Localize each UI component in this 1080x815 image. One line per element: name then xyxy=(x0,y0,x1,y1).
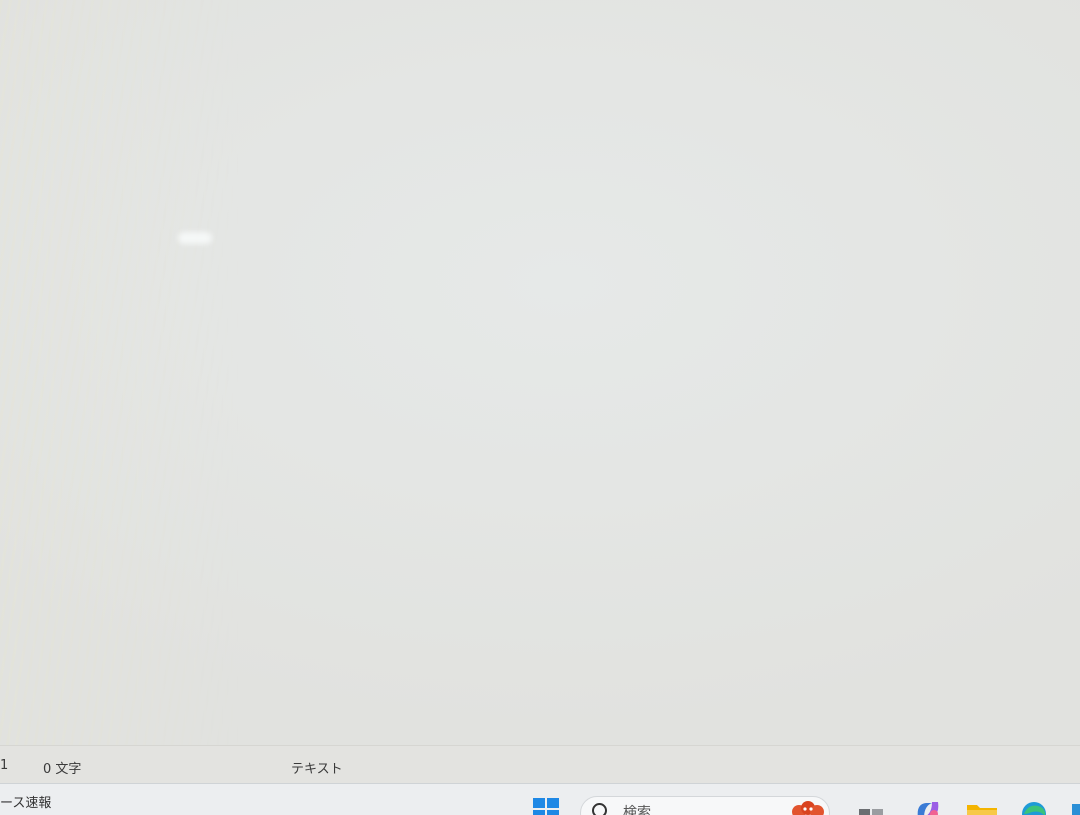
status-char-count: 0 文字 xyxy=(43,762,82,777)
status-file-type[interactable]: テキスト xyxy=(291,758,343,777)
news-widget[interactable]: ース速報 xyxy=(0,792,51,811)
text-editor-canvas[interactable] xyxy=(0,0,1080,745)
copilot-icon[interactable] xyxy=(912,800,944,815)
status-bar: 1 0 文字 テキスト xyxy=(0,745,1080,784)
overflow-icon[interactable] xyxy=(1072,804,1080,815)
file-explorer-icon[interactable] xyxy=(966,802,998,815)
game-app-icon[interactable] xyxy=(790,800,826,815)
task-view-icon[interactable] xyxy=(858,806,884,815)
screen-glare xyxy=(178,232,212,244)
search-icon xyxy=(592,803,607,815)
edge-browser-icon[interactable] xyxy=(1018,800,1050,815)
taskbar: ース速報 検索 xyxy=(0,783,1080,815)
start-button[interactable] xyxy=(533,798,561,815)
search-placeholder: 検索 xyxy=(623,805,651,815)
status-line-number: 1 xyxy=(0,758,9,773)
